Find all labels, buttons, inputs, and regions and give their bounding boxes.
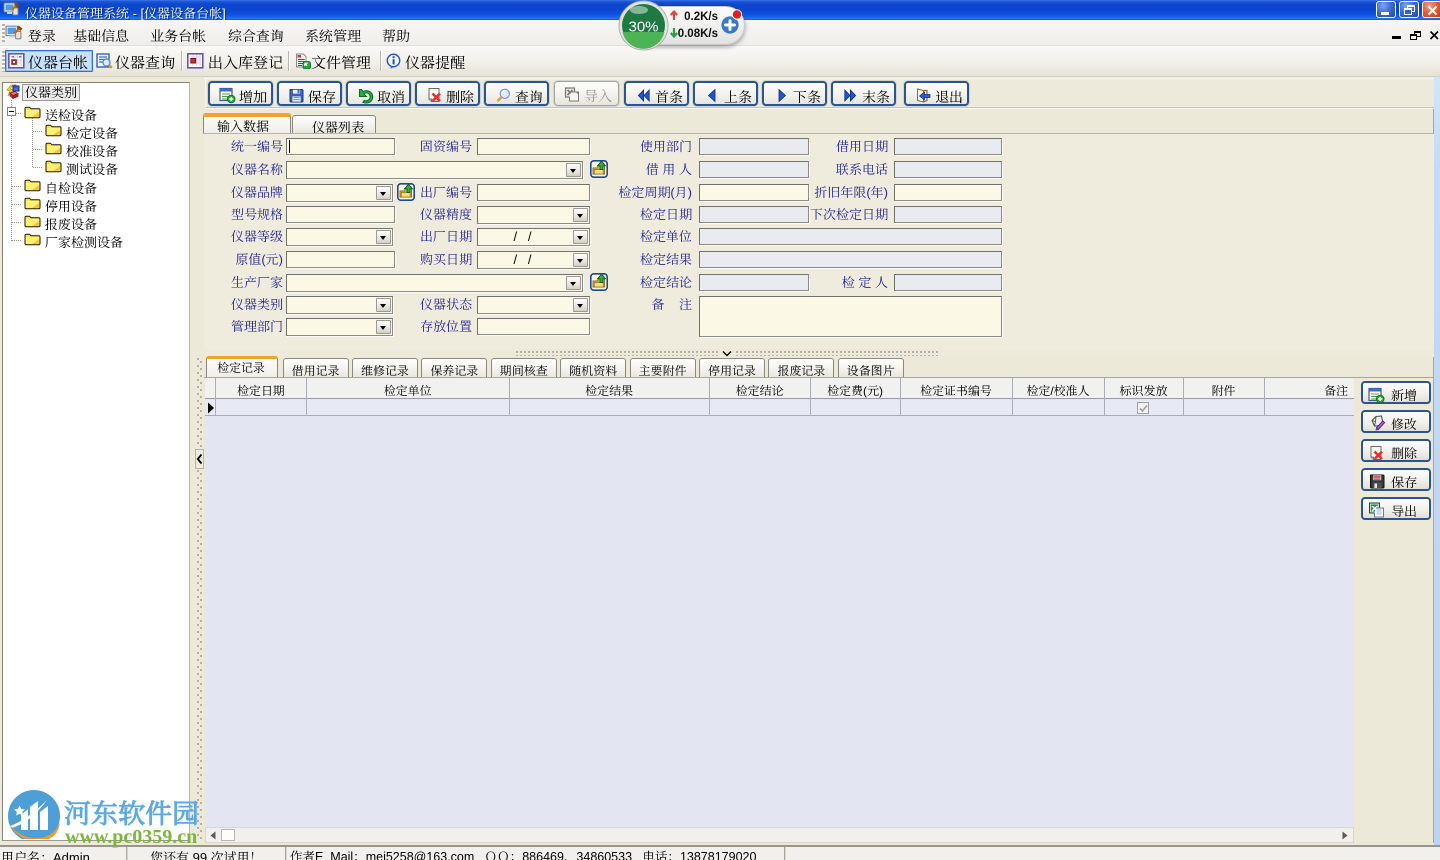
svg-text:30%: 30%: [628, 19, 658, 36]
